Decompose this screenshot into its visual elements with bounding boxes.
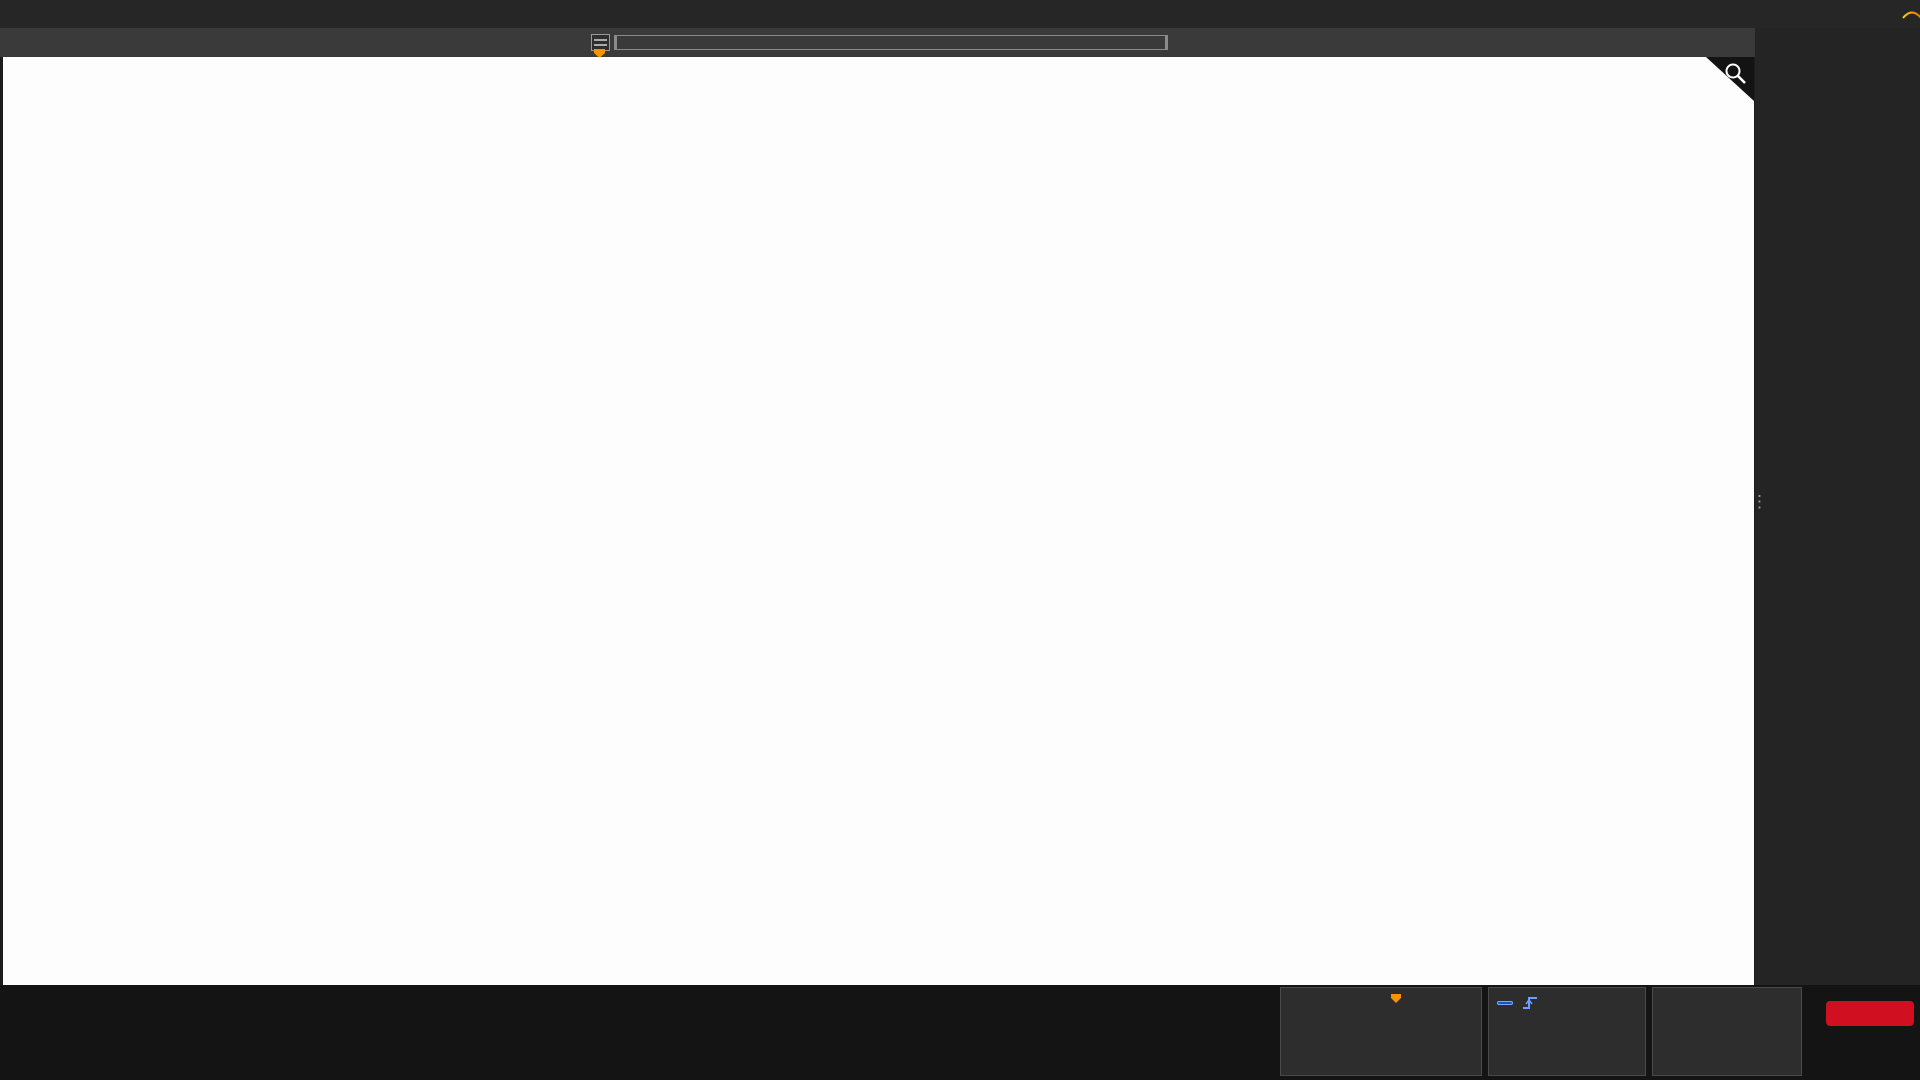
waveform-plot[interactable] [3,57,1754,985]
magnifier-icon[interactable] [1723,61,1749,87]
menu-bar [0,0,1920,28]
horizontal-panel[interactable] [1280,987,1482,1076]
rising-edge-icon [1522,995,1538,1011]
acquisition-panel[interactable] [1652,987,1802,1076]
position-icon [1391,994,1401,1003]
horizontal-navigator[interactable] [591,33,1168,52]
waveform-view-column [0,28,1755,985]
trigger-source-badge[interactable] [1497,1001,1513,1005]
stopped-button[interactable] [1826,1001,1914,1026]
status-area [1820,985,1920,1080]
bottom-bar [0,985,1920,1080]
right-panel: ⋮ [1755,28,1920,985]
waveform-view-bar [0,28,1755,57]
panel-buttons [1755,34,1920,46]
navigator-track[interactable] [614,35,1168,50]
plot-overlays [3,57,1754,985]
expand-icon[interactable] [591,34,610,51]
panel-grip-handle[interactable]: ⋮ [1751,498,1768,506]
trigger-panel[interactable] [1488,987,1646,1076]
logo-arc [1902,10,1920,19]
